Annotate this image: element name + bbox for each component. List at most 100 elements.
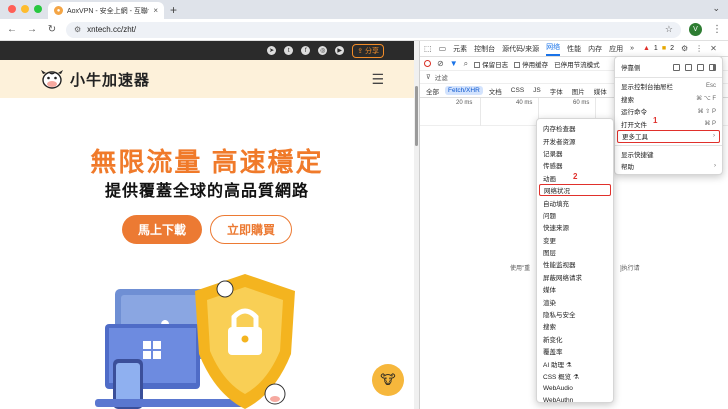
tab-search-icon[interactable]: ⌄ xyxy=(712,3,720,14)
telegram-icon[interactable]: ➤ xyxy=(267,46,277,55)
more-tabs-icon[interactable]: » xyxy=(630,45,634,52)
close-devtools-icon[interactable]: ✕ xyxy=(710,44,717,53)
type-css[interactable]: CSS xyxy=(508,86,527,95)
submenu-item[interactable]: 搜索 xyxy=(537,320,613,332)
tab-elements[interactable]: 元素 xyxy=(453,44,467,54)
inspect-element-icon[interactable]: ⬚ xyxy=(424,44,432,53)
type-js[interactable]: JS xyxy=(530,86,544,95)
customer-service-button[interactable]: 🐮 xyxy=(372,364,404,396)
browser-tab[interactable]: ● AoxVPN - 安全上網 - 互聯世界 × xyxy=(48,2,164,19)
type-img[interactable]: 图片 xyxy=(569,85,588,97)
submenu-item[interactable]: 内存检查器 xyxy=(537,122,613,134)
tab-network[interactable]: 网络 xyxy=(546,42,561,56)
submenu-item[interactable]: WebAudio xyxy=(537,382,613,394)
submenu-item[interactable]: 媒体 xyxy=(537,283,613,295)
youtube-icon[interactable]: ▶ xyxy=(335,46,345,55)
reload-icon[interactable]: ↻ xyxy=(46,24,58,35)
tab-console[interactable]: 控制台 xyxy=(474,44,495,54)
submenu-item[interactable]: CSS 概览 ⚗ xyxy=(537,370,613,382)
bookmark-star-icon[interactable]: ☆ xyxy=(665,24,673,35)
tab-close-icon[interactable]: × xyxy=(153,6,158,15)
menu-search[interactable]: 搜索 ⌘ ⌥ F xyxy=(615,93,722,106)
type-doc[interactable]: 文档 xyxy=(486,85,505,97)
profile-avatar[interactable]: V xyxy=(689,23,702,36)
issue-icon[interactable]: ■ xyxy=(662,45,666,52)
instagram-icon[interactable]: ◎ xyxy=(318,46,328,55)
submenu-item[interactable]: 渲染 xyxy=(537,295,613,307)
web-page: ➤ t f ◎ ▶ ⇪ 分享 小牛加速器 ☰ 無限流量 高速穩定 提供覆蓋全球的… xyxy=(0,41,414,409)
type-fetch-xhr[interactable]: Fetch/XHR xyxy=(445,86,483,95)
preserve-log-checkbox[interactable]: 保留日志 xyxy=(474,59,508,69)
close-window-button[interactable] xyxy=(8,5,16,13)
filter-input[interactable]: 过滤 xyxy=(435,72,448,82)
devtools-menu-icon[interactable]: ⋮ xyxy=(695,44,703,53)
browser-menu-icon[interactable]: ⋮ xyxy=(712,24,722,35)
submenu-item[interactable]: 变更 xyxy=(537,234,613,246)
hamburger-menu-icon[interactable]: ☰ xyxy=(371,71,384,88)
brand[interactable]: 小牛加速器 xyxy=(40,68,150,90)
submenu-item[interactable]: 自动填充 xyxy=(537,196,613,208)
submenu-network-conditions[interactable]: 网络状况 xyxy=(539,183,611,197)
devtools-context-menu: 停靠侧 显示控制台抽屉栏 Esc 搜索 ⌘ ⌥ F 运行命令 ⌘ ⇧ P 打开文件 ⌘ … xyxy=(614,56,723,175)
facebook-icon[interactable]: f xyxy=(301,46,311,55)
minimize-window-button[interactable] xyxy=(21,5,29,13)
address-bar[interactable]: ⚙ xntech.cc/zht/ ☆ xyxy=(66,21,681,38)
submenu-item[interactable]: 隐私与安全 xyxy=(537,308,613,320)
menu-open-file[interactable]: 打开文件 ⌘ P xyxy=(615,118,722,131)
empty-hint-right: ]执行请 xyxy=(620,266,640,272)
window-controls xyxy=(8,5,42,13)
annotation-step-2: 2 xyxy=(573,172,578,181)
submenu-item[interactable]: 覆盖率 xyxy=(537,345,613,357)
submenu-item[interactable]: 性能监视器 xyxy=(537,258,613,270)
menu-help[interactable]: 帮助 › xyxy=(615,160,722,173)
social-bar: ➤ t f ◎ ▶ ⇪ 分享 xyxy=(0,41,414,60)
clear-icon[interactable]: ⊘ xyxy=(437,59,444,68)
twitter-icon[interactable]: t xyxy=(284,46,294,55)
disable-cache-label: 停用缓存 xyxy=(522,61,549,69)
filter-icon[interactable]: ▼ xyxy=(450,59,458,68)
back-icon[interactable]: ← xyxy=(6,24,18,35)
type-font[interactable]: 字体 xyxy=(547,85,566,97)
warning-icon[interactable]: ▲ xyxy=(643,45,650,52)
share-button[interactable]: ⇪ 分享 xyxy=(352,43,384,58)
type-media[interactable]: 媒体 xyxy=(591,85,610,97)
submenu-item[interactable]: 开发者资源 xyxy=(537,134,613,146)
submenu-item[interactable]: WebAuthn xyxy=(537,395,613,407)
dock-left-icon[interactable] xyxy=(685,63,692,71)
tab-memory[interactable]: 内存 xyxy=(588,44,602,54)
submenu-item[interactable]: 记录器 xyxy=(537,147,613,159)
submenu-item[interactable]: 传感器 xyxy=(537,159,613,171)
buy-button[interactable]: 立即購買 xyxy=(210,215,292,244)
menu-show-console-drawer[interactable]: 显示控制台抽屉栏 Esc xyxy=(615,80,722,93)
dock-bottom-icon[interactable] xyxy=(697,63,704,71)
menu-more-tools[interactable]: 更多工具 › xyxy=(617,130,720,143)
submenu-item[interactable]: 快速来源 xyxy=(537,221,613,233)
undock-icon[interactable] xyxy=(673,63,680,71)
scroll-thumb[interactable] xyxy=(415,86,418,146)
new-tab-button[interactable]: + xyxy=(170,3,177,17)
tab-application[interactable]: 应用 xyxy=(609,44,623,54)
type-all[interactable]: 全部 xyxy=(423,85,442,97)
menu-shortcut: ⌘ ⌥ F xyxy=(696,96,716,103)
download-button[interactable]: 馬上下載 xyxy=(122,215,202,244)
maximize-window-button[interactable] xyxy=(34,5,42,13)
submenu-item[interactable]: 新变化 xyxy=(537,333,613,345)
search-icon[interactable]: ⌕ xyxy=(464,59,468,69)
site-info-icon[interactable]: ⚙ xyxy=(74,25,81,34)
tab-performance[interactable]: 性能 xyxy=(567,44,581,54)
record-icon[interactable] xyxy=(424,60,431,67)
menu-shortcuts[interactable]: 显示快捷键 xyxy=(615,148,722,161)
more-tools-submenu: 内存检查器 开发者资源 记录器 传感器 动画 网络状况 自动填充 问题 快速来源… xyxy=(536,118,614,404)
forward-icon[interactable]: → xyxy=(26,24,38,35)
dock-right-icon[interactable] xyxy=(709,63,716,71)
submenu-item[interactable]: 屏蔽网络请求 xyxy=(537,271,613,283)
device-toolbar-icon[interactable]: ▭ xyxy=(439,44,447,53)
disable-cache-checkbox[interactable]: 停用缓存 xyxy=(514,59,548,69)
submenu-item[interactable]: AI 助理 ⚗ xyxy=(537,357,613,369)
settings-gear-icon[interactable]: ⚙ xyxy=(681,44,688,53)
submenu-item[interactable]: 图层 xyxy=(537,246,613,258)
tab-sources[interactable]: 源代码/来源 xyxy=(502,44,539,54)
menu-run-command[interactable]: 运行命令 ⌘ ⇧ P xyxy=(615,105,722,118)
submenu-item[interactable]: 问题 xyxy=(537,209,613,221)
throttling-select[interactable]: 已停用节流模式 xyxy=(554,59,600,69)
